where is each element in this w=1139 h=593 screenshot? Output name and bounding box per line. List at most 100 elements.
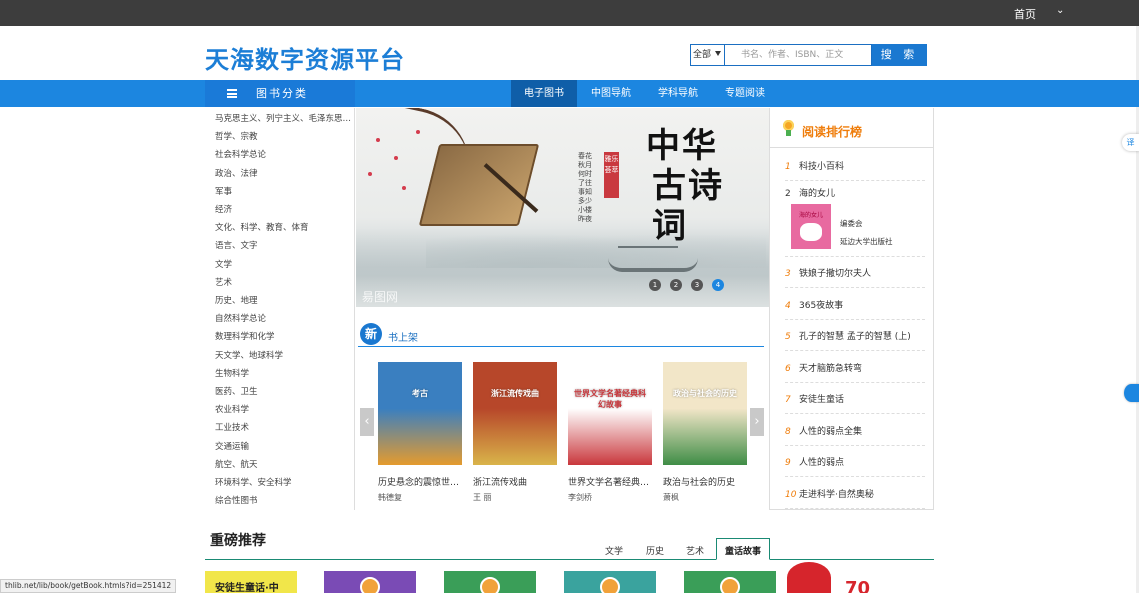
recommend-tab-literature[interactable]: 文学 — [605, 544, 623, 557]
chat-float-button[interactable] — [1124, 384, 1139, 402]
category-item[interactable]: 工业技术 — [215, 421, 353, 433]
tab-ebooks[interactable]: 电子图书 — [511, 80, 577, 107]
recommend-tab-history[interactable]: 历史 — [646, 544, 664, 557]
recommend-book-cover[interactable]: 安徒生童话·中 — [205, 571, 297, 593]
category-item[interactable]: 环境科学、安全科学 — [215, 476, 353, 488]
ranking-item[interactable]: 7 安徒生童话 — [785, 392, 925, 414]
ranking-number: 1 — [785, 162, 791, 172]
category-item[interactable]: 农业科学 — [215, 403, 353, 415]
carousel-prev-button[interactable]: ‹ — [360, 408, 374, 436]
ranking-item[interactable]: 9 人性的弱点 — [785, 455, 925, 477]
recommend-book-cover[interactable] — [324, 571, 416, 593]
book-card[interactable]: 浙江流传戏曲 浙江流传戏曲王 丽 — [473, 362, 557, 503]
book-title[interactable]: 浙江流传戏曲 — [473, 475, 557, 488]
category-item[interactable]: 哲学、宗教 — [215, 130, 353, 142]
book-card[interactable]: 世界文学名著经典科幻故事世界文学名著经典科幻故事李剑桥 — [568, 362, 652, 503]
cover-emblem-icon — [360, 577, 380, 593]
search-button[interactable]: 搜 索 — [872, 44, 927, 66]
translate-float-button[interactable]: 译 — [1122, 134, 1139, 151]
category-item[interactable]: 政治、法律 — [215, 167, 353, 179]
book-cover[interactable]: 世界文学名著经典科幻故事 — [568, 362, 652, 465]
category-item[interactable]: 军事 — [215, 185, 353, 197]
book-cover-text: 政治与社会的历史 — [673, 389, 737, 398]
book-cover[interactable]: 浙江流传戏曲 — [473, 362, 557, 465]
tab-clc-nav[interactable]: 中图导航 — [580, 80, 642, 107]
recommend-book-cover[interactable] — [444, 571, 536, 593]
banner-carousel[interactable]: 春花秋月何时了往事知多少小楼昨夜 雅乐荟萃 中华 古诗 词 昜图网 1 2 3 … — [356, 108, 769, 307]
category-item[interactable]: 生物科学 — [215, 367, 353, 379]
search-input[interactable]: 书名、作者、ISBN、正文 — [725, 44, 872, 66]
ranking-header: 阅读排行榜 — [770, 108, 934, 148]
ranking-item[interactable]: 2 海的女儿 — [785, 186, 925, 202]
book-author: 李剑桥 — [568, 493, 592, 502]
category-item[interactable]: 综合性图书 — [215, 494, 353, 506]
site-logo[interactable]: 天海数字资源平台 — [205, 40, 405, 75]
book-card[interactable]: 政治与社会的历史 政治与社会的历史 萧枫 — [663, 362, 747, 503]
top-bar: 首页 ⌄ — [0, 0, 1139, 26]
category-item[interactable]: 文学 — [215, 258, 353, 270]
ranking-number: 3 — [785, 269, 791, 279]
chevron-down-icon[interactable]: ⌄ — [1056, 5, 1064, 16]
featured-publisher: 延边大学出版社 — [840, 237, 893, 246]
ranking-item[interactable]: 5 孔子的智慧 孟子的智慧 (上) — [785, 329, 925, 351]
recommend-book-cover[interactable] — [564, 571, 656, 593]
carousel-dot-2[interactable]: 2 — [670, 279, 682, 291]
petal — [376, 138, 380, 142]
category-menu-button[interactable]: 图书分类 — [205, 80, 355, 107]
carousel-dot-3[interactable]: 3 — [691, 279, 703, 291]
banner-side-text: 春花秋月何时了往事知多少小楼昨夜 — [578, 152, 592, 223]
book-cover[interactable]: 政治与社会的历史 — [663, 362, 747, 465]
book-cover[interactable]: 考古 — [378, 362, 462, 465]
featured-editor: 编委会 — [840, 219, 863, 228]
category-item[interactable]: 医药、卫生 — [215, 385, 353, 397]
ranking-item[interactable]: 6 天才脑筋急转弯 — [785, 361, 925, 383]
book-cover-text: 浙江流传戏曲 — [491, 389, 539, 398]
category-item[interactable]: 经济 — [215, 203, 353, 215]
medal-icon — [783, 120, 794, 136]
book-author: 王 丽 — [473, 493, 492, 502]
banner-title-line3: 词 — [652, 206, 688, 246]
ranking-item[interactable]: 8 人性的弱点全集 — [785, 424, 925, 446]
ranking-item[interactable]: 1 科技小百科 — [785, 159, 925, 181]
category-item[interactable]: 交通运输 — [215, 440, 353, 452]
ranking-title-text: 365夜故事 — [799, 301, 844, 311]
new-books-header: 新 书上架 — [358, 323, 764, 347]
tab-subject-nav[interactable]: 学科导航 — [646, 80, 710, 107]
carousel-dot-1[interactable]: 1 — [649, 279, 661, 291]
ranking-number: 10 — [785, 490, 797, 500]
ranking-title-text: 孔子的智慧 孟子的智慧 (上) — [799, 332, 911, 342]
ranking-title: 阅读排行榜 — [802, 125, 863, 139]
home-link[interactable]: 首页 — [1014, 6, 1036, 22]
search-bar: 全部 书名、作者、ISBN、正文 搜 索 — [690, 44, 927, 66]
ranking-item[interactable]: 4 365夜故事 — [785, 298, 925, 320]
book-title[interactable]: 世界文学名著经典科幻故事 — [568, 475, 652, 488]
new-badge-icon: 新 — [360, 323, 382, 345]
ranking-item[interactable]: 3 铁娘子撒切尔夫人 — [785, 266, 925, 288]
category-item[interactable]: 历史、地理 — [215, 294, 353, 306]
promo-banner[interactable]: 70 — [787, 562, 934, 593]
category-item[interactable]: 马克思主义、列宁主义、毛泽东思想、邓小平理论 — [215, 112, 353, 124]
book-title[interactable]: 政治与社会的历史 — [663, 475, 747, 488]
book-title[interactable]: 历史悬念的震惊世界的考古发现 — [378, 475, 462, 488]
featured-book-cover[interactable]: 海的女儿 — [791, 204, 831, 249]
category-item[interactable]: 航空、航天 — [215, 458, 353, 470]
category-item[interactable]: 自然科学总论 — [215, 312, 353, 324]
recommend-tab-art[interactable]: 艺术 — [686, 544, 704, 557]
tab-topic-reading[interactable]: 专题阅读 — [713, 80, 777, 107]
book-card[interactable]: 考古历史悬念的震惊世界的考古发现韩德复 — [378, 362, 462, 503]
recommend-book-cover[interactable] — [684, 571, 776, 593]
recommend-tab-fairy-tales[interactable]: 童话故事 — [716, 538, 771, 560]
category-item[interactable]: 天文学、地球科学 — [215, 349, 353, 361]
category-item[interactable]: 社会科学总论 — [215, 148, 353, 160]
category-item[interactable]: 语言、文字 — [215, 239, 353, 251]
category-item[interactable]: 艺术 — [215, 276, 353, 288]
carousel-next-button[interactable]: › — [750, 408, 764, 436]
category-item[interactable]: 数理科学和化学 — [215, 330, 353, 342]
ranking-item[interactable]: 10 走进科学·自然奥秘 — [785, 487, 925, 509]
carousel-dot-4[interactable]: 4 — [712, 279, 724, 291]
category-item[interactable]: 文化、科学、教育、体育 — [215, 221, 353, 233]
banner-watermark: 昜图网 — [362, 290, 399, 304]
featured-cover-title: 海的女儿 — [798, 212, 823, 219]
search-scope-select[interactable]: 全部 — [690, 44, 725, 66]
cover-emblem-icon — [720, 577, 740, 593]
